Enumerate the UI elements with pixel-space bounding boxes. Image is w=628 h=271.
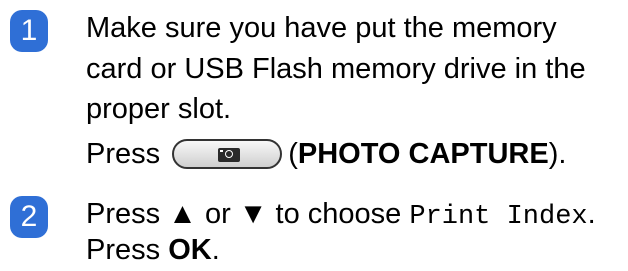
- paren-open: (: [288, 138, 298, 170]
- paren-close: ).: [548, 138, 567, 170]
- press-label: Press: [86, 138, 161, 170]
- photo-capture-button[interactable]: [172, 139, 283, 169]
- step-number-badge: 2: [10, 196, 48, 238]
- step-1-line-3: proper slot.: [86, 93, 232, 125]
- step-number-badge: 1: [10, 10, 48, 52]
- ok-key-label: OK: [168, 234, 212, 266]
- period: .: [587, 198, 596, 230]
- step-1-line-1: Make sure you have put the memory: [86, 12, 557, 44]
- period: .: [211, 234, 220, 266]
- press-label: Press: [86, 234, 169, 266]
- step-2-line-1: Press ▲ or ▼ to choose Print Index.: [86, 196, 596, 235]
- menu-option-print-index: Print Index: [409, 202, 588, 232]
- step-2-line-2: Press OK.: [86, 232, 220, 268]
- step-1-line-2: card or USB Flash memory drive in the: [86, 53, 586, 85]
- camera-icon: [218, 148, 241, 162]
- photo-capture-label: PHOTO CAPTURE: [297, 138, 549, 170]
- step-2-text: Press ▲ or ▼ to choose: [86, 198, 410, 230]
- step-1-press-line: Press (PHOTO CAPTURE).: [86, 136, 566, 172]
